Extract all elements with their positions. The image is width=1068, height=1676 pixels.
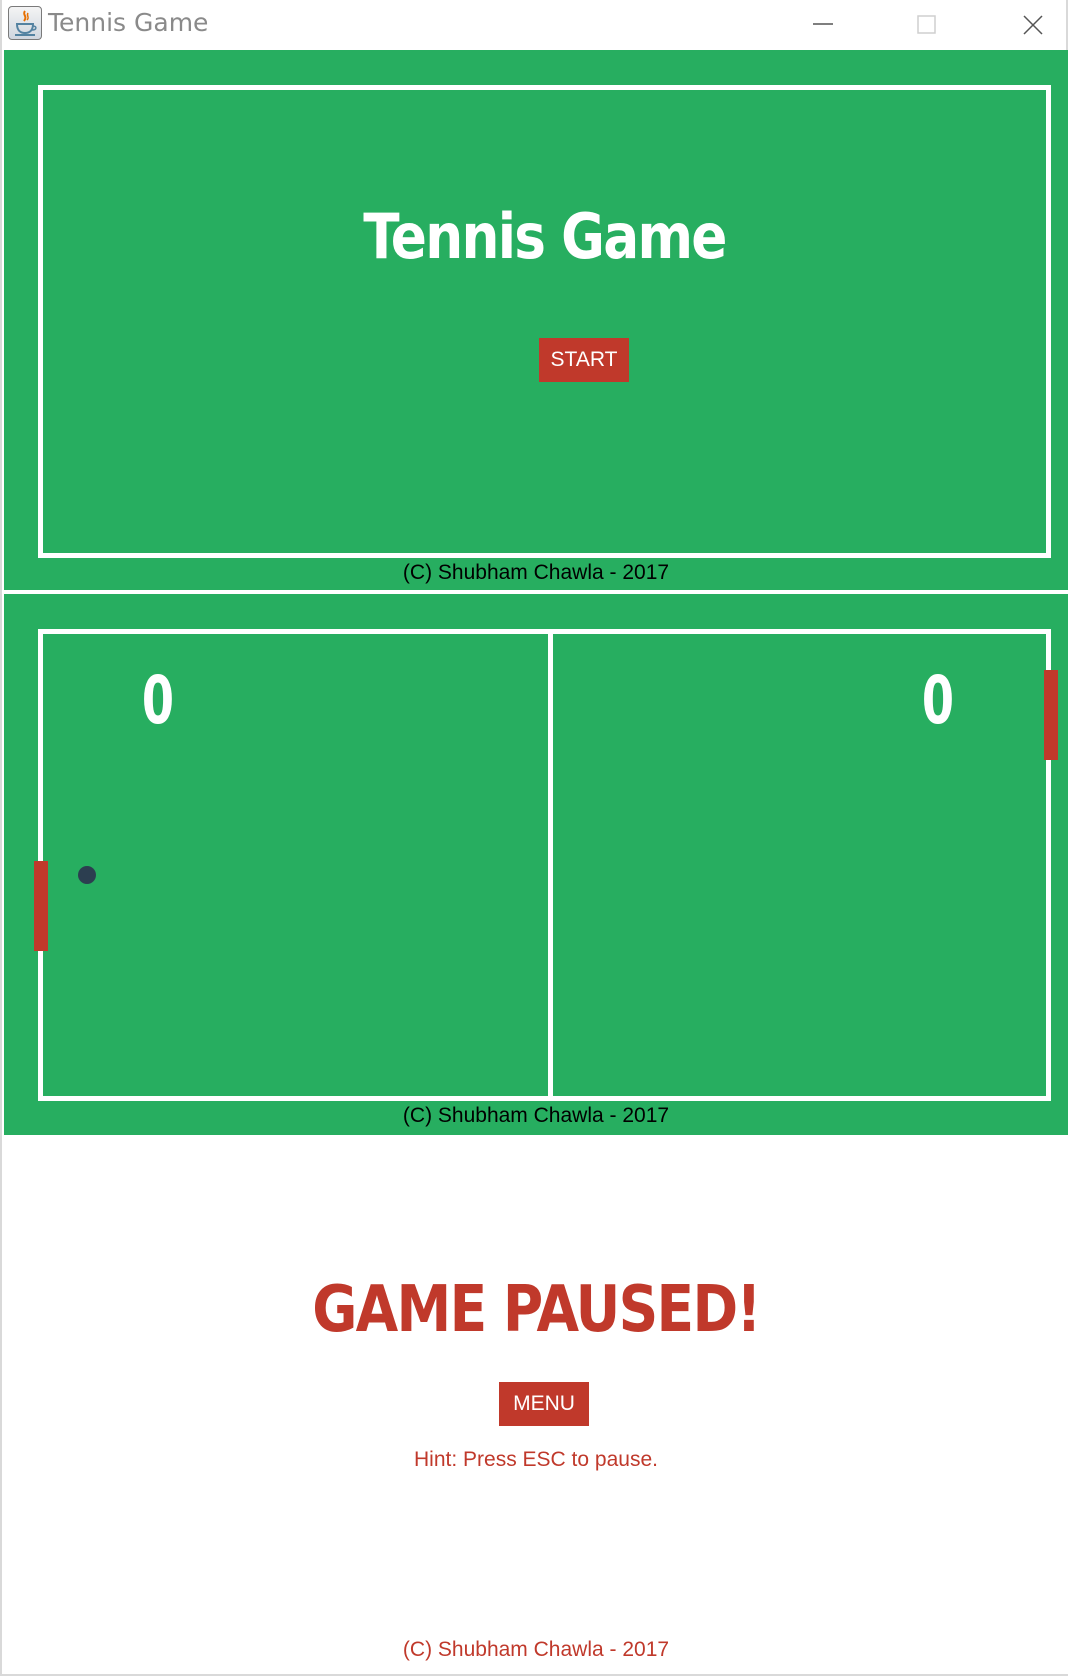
court-net xyxy=(548,634,553,1096)
right-paddle xyxy=(1044,670,1058,760)
pause-copyright: (C) Shubham Chawla - 2017 xyxy=(402,1638,670,1661)
tennis-ball xyxy=(78,866,96,884)
close-button[interactable] xyxy=(980,0,1068,50)
maximize-button[interactable] xyxy=(874,0,978,50)
menu-heading: Tennis Game xyxy=(363,200,727,273)
close-icon xyxy=(1023,15,1043,35)
pause-panel: GAME PAUSED! MENU Hint: Press ESC to pau… xyxy=(4,1135,1068,1674)
right-player-score: 0 xyxy=(921,662,955,739)
java-cup-icon xyxy=(8,6,42,40)
maximize-icon xyxy=(917,15,936,34)
app-window: Tennis Game Tennis Game START (C) Shubha… xyxy=(0,0,1068,1676)
game-court: 0 0 xyxy=(38,629,1051,1101)
left-player-score: 0 xyxy=(141,662,175,739)
menu-copyright: (C) Shubham Chawla - 2017 xyxy=(402,561,670,584)
menu-court-border: Tennis Game START xyxy=(38,85,1051,558)
pause-hint: Hint: Press ESC to pause. xyxy=(414,1448,658,1471)
game-panel: 0 0 (C) Shubham Chawla - 2017 xyxy=(4,594,1068,1135)
menu-button[interactable]: MENU xyxy=(499,1382,589,1426)
window-title: Tennis Game xyxy=(48,8,209,37)
left-paddle xyxy=(34,861,48,951)
menu-panel: Tennis Game START (C) Shubham Chawla - 2… xyxy=(4,50,1068,590)
pause-heading: GAME PAUSED! xyxy=(312,1273,761,1347)
start-button[interactable]: START xyxy=(539,338,629,382)
minimize-button[interactable] xyxy=(770,0,874,50)
minimize-icon xyxy=(813,23,833,25)
title-bar[interactable]: Tennis Game xyxy=(2,0,1066,50)
game-copyright: (C) Shubham Chawla - 2017 xyxy=(402,1104,670,1127)
